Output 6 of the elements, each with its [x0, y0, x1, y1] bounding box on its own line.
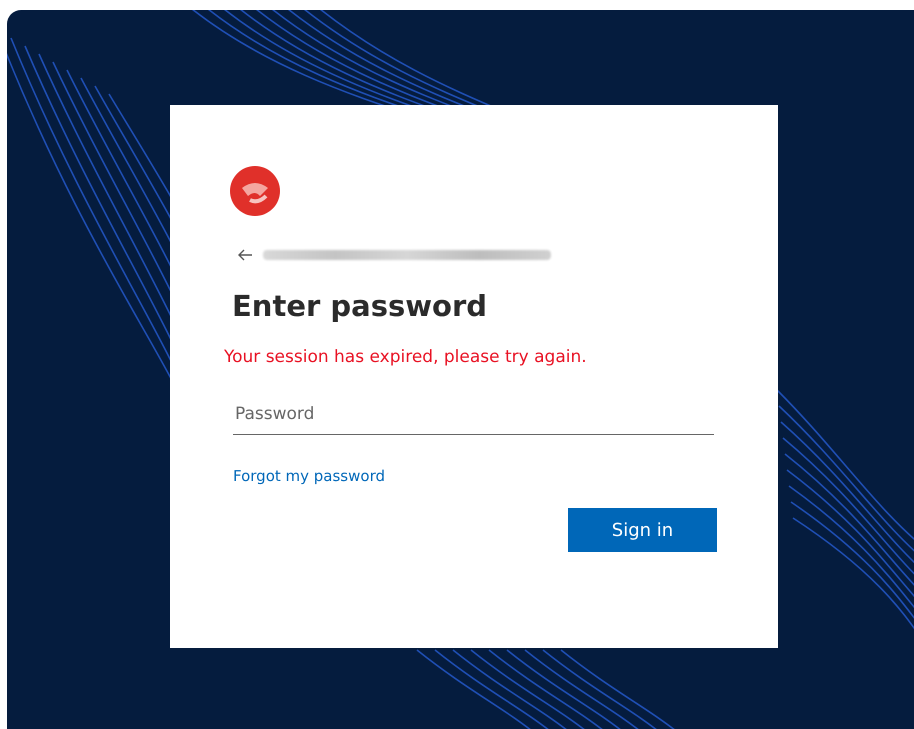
error-message: Your session has expired, please try again. — [224, 347, 588, 367]
back-arrow-icon[interactable] — [237, 249, 253, 261]
forgot-password-link[interactable]: Forgot my password — [233, 467, 385, 485]
sign-in-button[interactable]: Sign in — [568, 508, 717, 552]
logo-icon — [230, 166, 280, 216]
dialog-title: Enter password — [232, 289, 488, 323]
